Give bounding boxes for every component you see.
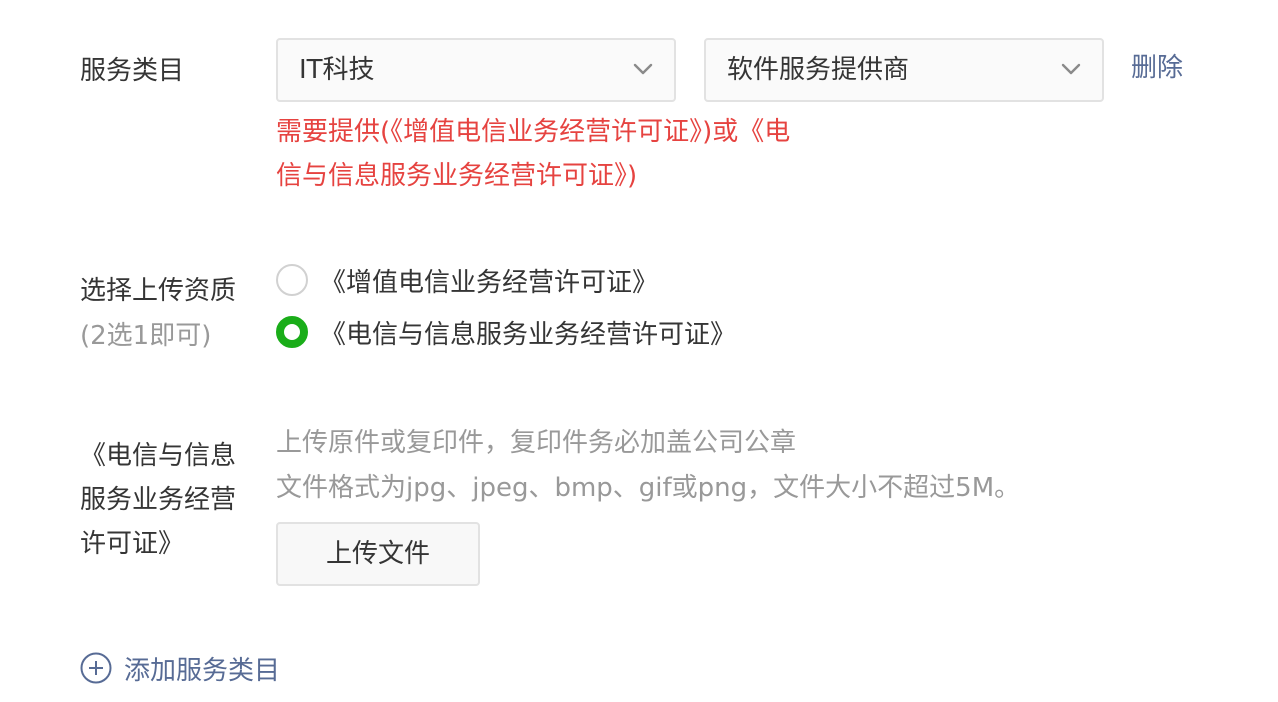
chevron-down-icon [1061,63,1081,75]
upload-label-line3: 许可证》 [80,529,185,559]
upload-license-label: 《电信与信息 服务业务经营 许可证》 [80,434,236,566]
qualification-option-telecom-info[interactable]: 《电信与信息服务业务经营许可证》 [276,315,737,350]
service-category-label: 服务类目 [80,56,185,86]
qualification-option-value-added[interactable]: 《增值电信业务经营许可证》 [276,263,659,298]
service-category-form: 服务类目 IT科技 软件服务提供商 删除 需要提供(《增值电信业务经营许可证》)… [0,0,1278,702]
qualification-label: 选择上传资质 [80,276,237,306]
upload-hint-line2: 文件格式为jpg、jpeg、bmp、gif或png，文件大小不超过5M。 [276,473,1021,503]
upload-file-button[interactable]: 上传文件 [276,522,480,586]
delete-category-link[interactable]: 删除 [1131,50,1183,86]
secondary-category-select[interactable]: 软件服务提供商 [704,38,1104,102]
radio-checked[interactable] [276,316,308,348]
primary-category-select[interactable]: IT科技 [276,38,676,102]
requirement-notice-line2: 信与信息服务业务经营许可证》) [276,161,638,191]
qualification-option-label: 《增值电信业务经营许可证》 [320,267,659,298]
requirement-notice-line1: 需要提供(《增值电信业务经营许可证》)或《电 [276,117,791,147]
secondary-category-value: 软件服务提供商 [727,55,910,85]
qualification-option-label: 《电信与信息服务业务经营许可证》 [320,319,737,350]
plus-circle-icon [80,652,112,684]
upload-hint-line1: 上传原件或复印件，复印件务必加盖公司公章 [276,428,797,458]
add-service-category-label: 添加服务类目 [124,655,281,686]
upload-label-line1: 《电信与信息 [80,441,237,471]
primary-category-value: IT科技 [299,55,375,85]
upload-label-line2: 服务业务经营 [80,485,237,515]
chevron-down-icon [633,63,653,75]
qualification-sub-label: (2选1即可) [80,321,212,351]
add-service-category-link[interactable]: 添加服务类目 [80,650,280,686]
radio-unchecked[interactable] [276,264,308,296]
requirement-notice: 需要提供(《增值电信业务经营许可证》)或《电 信与信息服务业务经营许可证》) [276,110,876,198]
